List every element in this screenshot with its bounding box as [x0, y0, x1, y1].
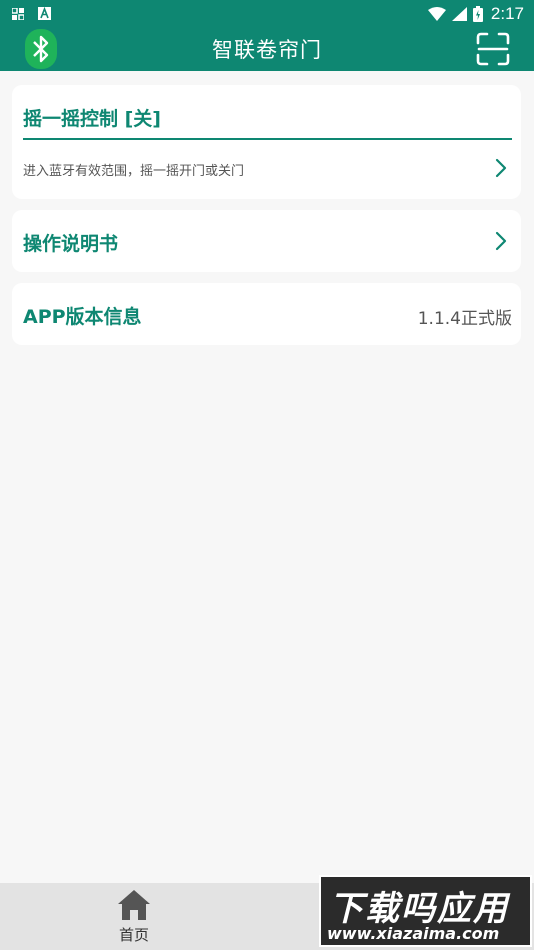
watermark-title: 下载吗应用: [329, 889, 509, 929]
version-card: APP版本信息 1.1.4正式版: [12, 283, 521, 345]
watermark: 下载吗应用 www.xiazaima.com: [319, 875, 532, 947]
shake-control-card[interactable]: 摇一摇控制 [关] 进入蓝牙有效范围，摇一摇开门或关门: [12, 85, 521, 199]
tab-home-label: 首页: [118, 926, 149, 944]
version-label: APP版本信息: [23, 306, 142, 328]
status-time: 2:17: [490, 3, 524, 23]
watermark-url: www.xiazaima.com: [327, 924, 500, 943]
signal-icon: [451, 6, 467, 21]
scan-icon[interactable]: [476, 32, 510, 66]
divider: [23, 138, 512, 140]
chevron-right-icon[interactable]: [495, 158, 507, 178]
shake-control-description: 进入蓝牙有效范围，摇一摇开门或关门: [23, 164, 245, 179]
battery-icon: [472, 5, 483, 22]
notification-icon: [12, 7, 24, 20]
app-title: 智联卷帘门: [212, 38, 322, 62]
version-value: 1.1.4正式版: [417, 309, 512, 329]
font-icon: [38, 7, 51, 20]
tab-home[interactable]: 首页: [104, 889, 164, 947]
shake-control-title: 摇一摇控制 [关]: [23, 108, 161, 130]
wifi-icon: [427, 6, 446, 21]
status-bar: 2:17: [0, 0, 534, 27]
app-bar: 智联卷帘门: [0, 27, 534, 71]
bluetooth-icon[interactable]: [25, 29, 57, 69]
manual-card[interactable]: 操作说明书: [12, 210, 521, 272]
manual-label: 操作说明书: [23, 233, 119, 255]
home-icon: [118, 890, 150, 920]
chevron-right-icon[interactable]: [495, 231, 507, 251]
